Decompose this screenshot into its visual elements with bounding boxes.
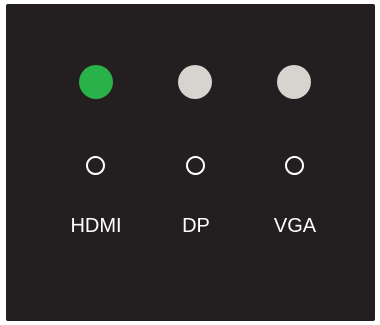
vga-select-button[interactable]: [285, 156, 304, 175]
input-selector-panel: HDMI DP VGA: [6, 4, 375, 321]
hdmi-label: HDMI: [70, 215, 122, 237]
vga-label: VGA: [273, 215, 317, 237]
hdmi-select-button[interactable]: [86, 156, 105, 175]
dp-status-led: [178, 65, 212, 99]
hdmi-status-led: [79, 65, 113, 99]
vga-status-led: [277, 65, 311, 99]
dp-label: DP: [182, 215, 210, 237]
dp-select-button[interactable]: [186, 156, 205, 175]
